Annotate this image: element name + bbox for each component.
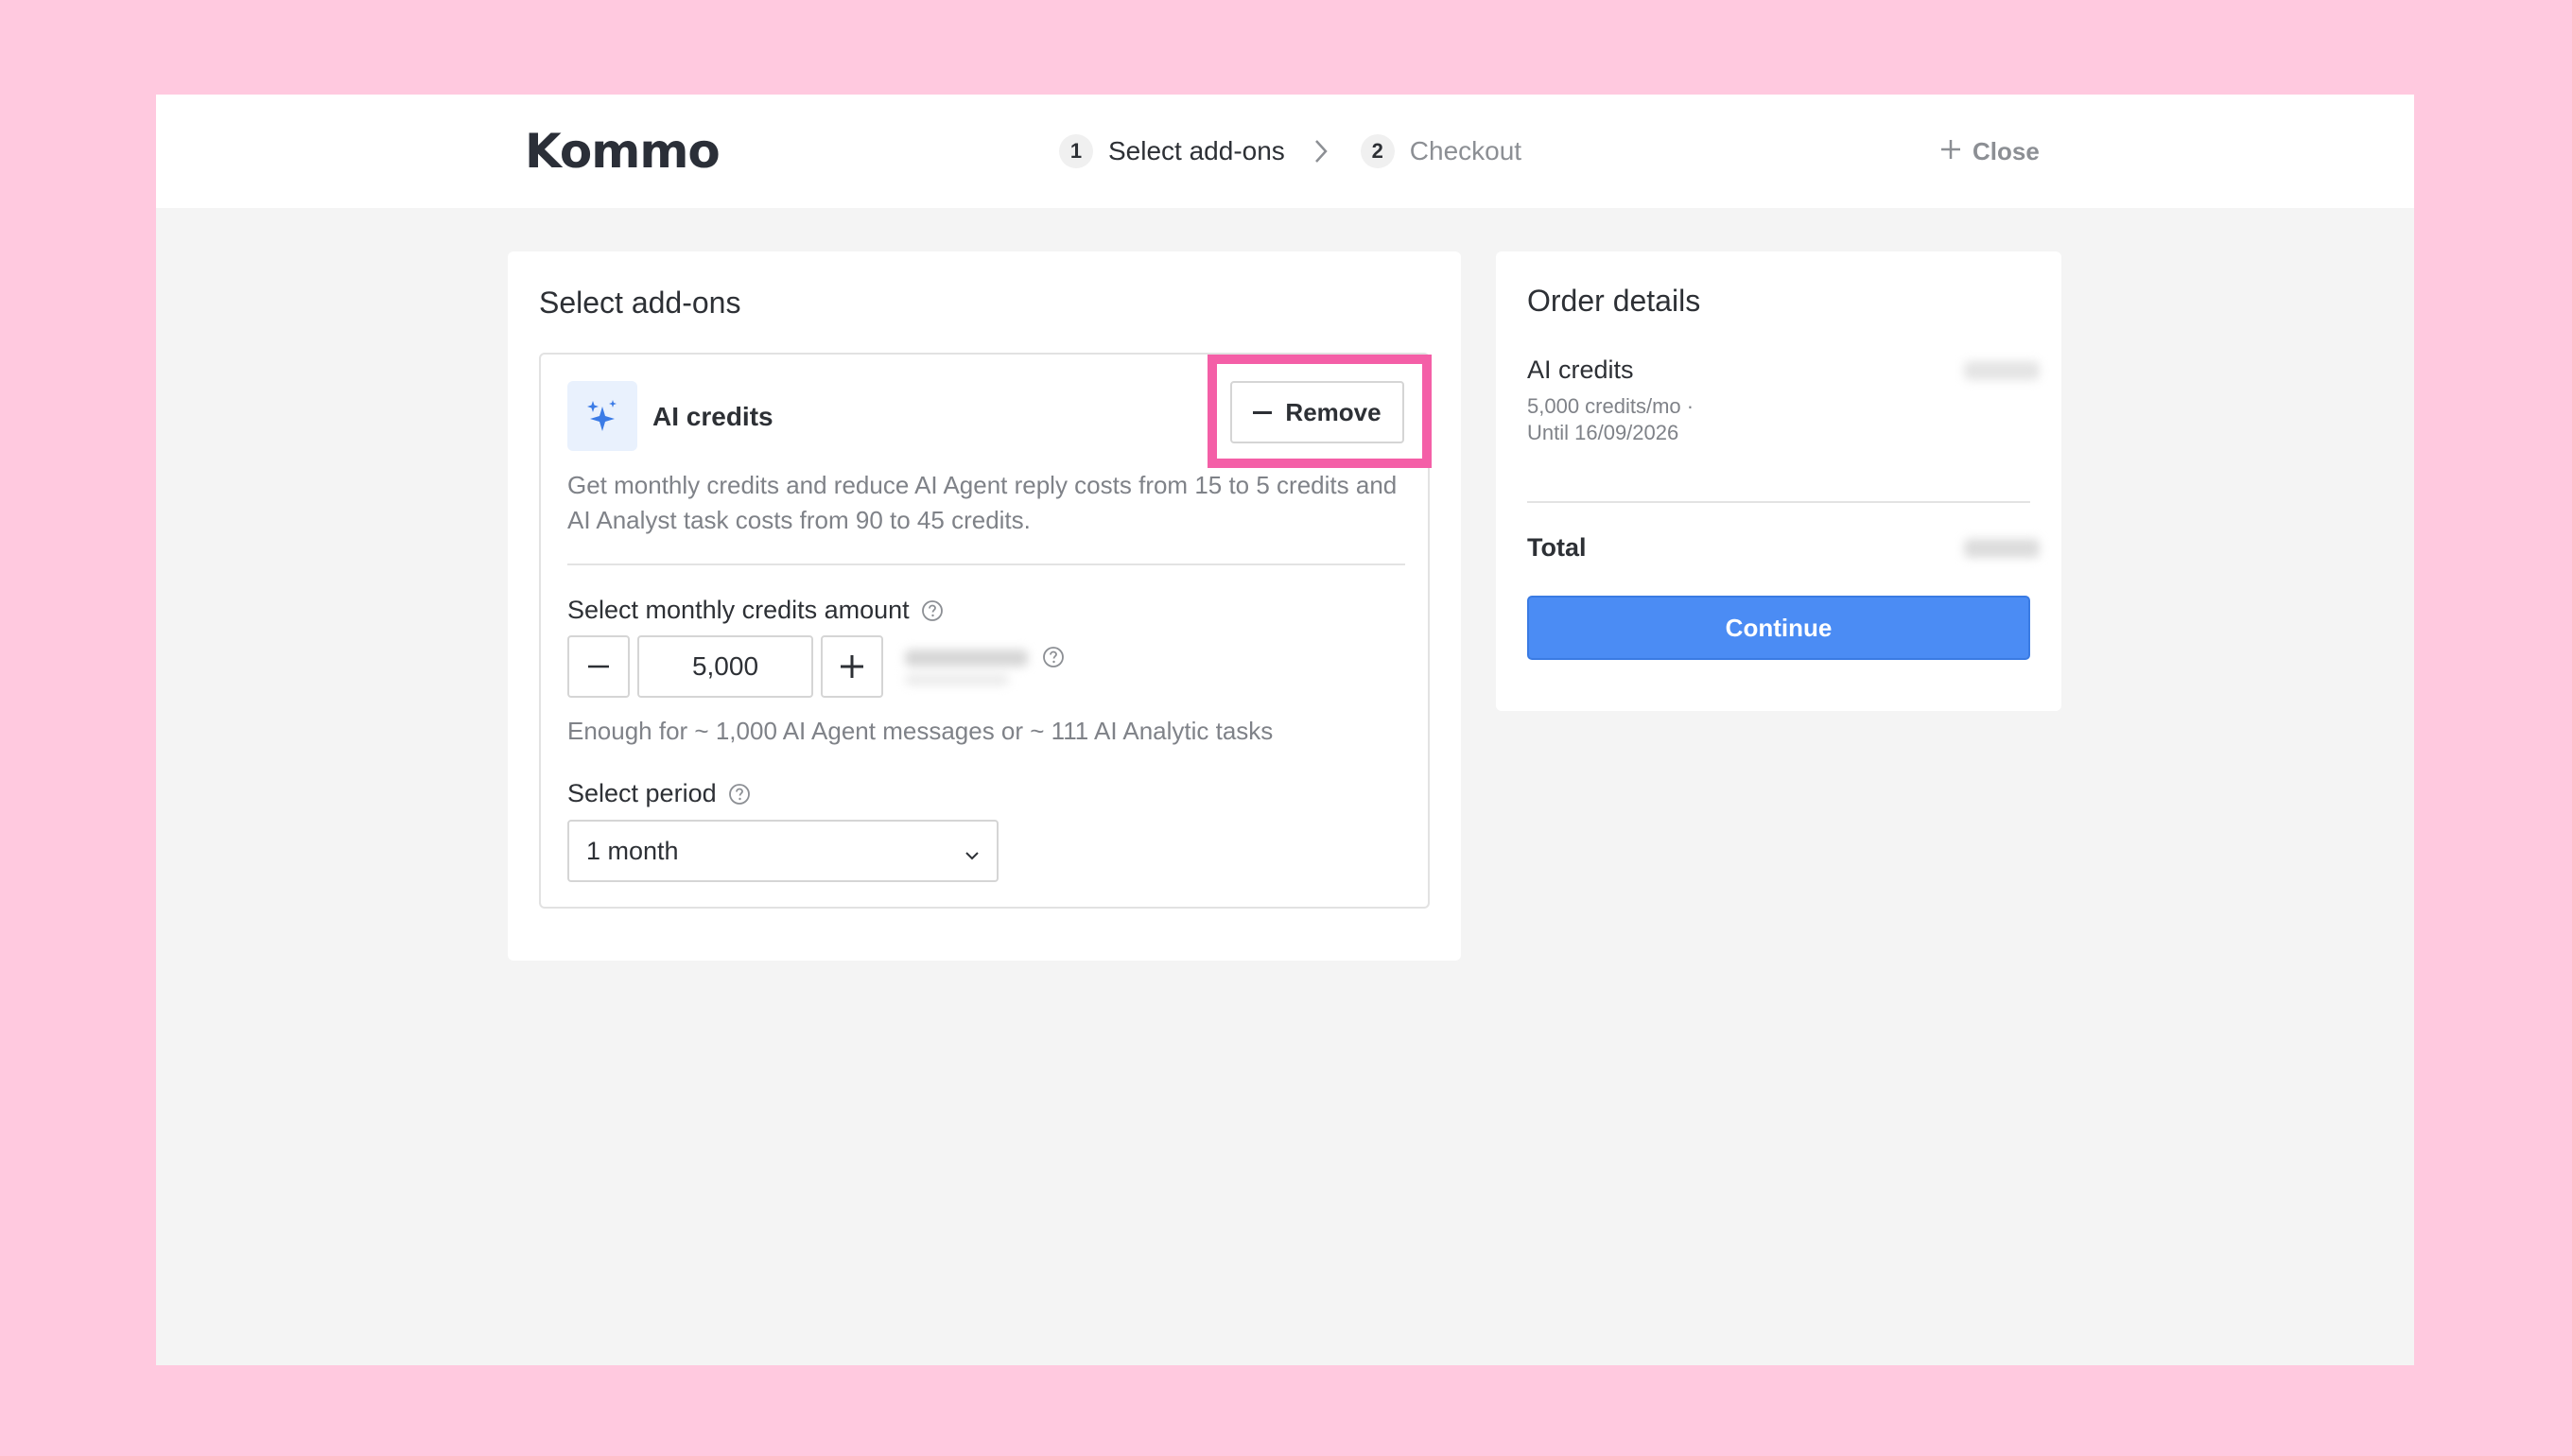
close-button[interactable]: Close [1940, 132, 2040, 170]
divider [567, 563, 1405, 565]
blurred-total-price [1964, 539, 2040, 558]
order-item-credits: 5,000 credits/mo · [1527, 394, 1694, 418]
addon-item-ai-credits: AI credits Remove Get monthly credits an… [539, 353, 1432, 909]
addon-description: Get monthly credits and reduce AI Agent … [567, 471, 1398, 534]
checkout-steps: 1 Select add-ons 2 Checkout [1059, 132, 1521, 170]
continue-button[interactable]: Continue [1527, 596, 2030, 660]
increment-button[interactable] [821, 635, 883, 698]
divider [1527, 501, 2030, 503]
blurred-item-price [1964, 361, 2040, 380]
decrement-button[interactable] [567, 635, 630, 698]
plus-icon [1940, 137, 1961, 166]
minus-icon [1253, 410, 1273, 414]
step-1-label[interactable]: Select add-ons [1108, 136, 1285, 166]
order-item-name: AI credits [1527, 355, 1634, 384]
chevron-down-icon [963, 842, 982, 861]
order-item-until: Until 16/09/2026 [1527, 421, 1679, 444]
close-label: Close [1972, 136, 2040, 165]
sparkles-icon [567, 381, 637, 451]
addon-name: AI credits [652, 402, 773, 431]
order-details-card: Order details AI credits 5,000 credits/m… [1496, 251, 2061, 711]
credits-estimate-text: Enough for ~ 1,000 AI Agent messages or … [567, 717, 1274, 745]
help-icon[interactable] [921, 599, 944, 622]
period-select-value: 1 month [586, 836, 679, 865]
step-2-label[interactable]: Checkout [1410, 136, 1521, 166]
credits-amount-input[interactable]: 5,000 [637, 635, 813, 698]
remove-button[interactable]: Remove [1230, 381, 1404, 443]
order-total-label: Total [1527, 533, 1587, 562]
period-label-text: Select period [567, 779, 717, 807]
addons-title: Select add-ons [539, 286, 741, 320]
kommo-logo: Kommo [525, 124, 721, 179]
blurred-price [905, 646, 1028, 689]
help-icon[interactable] [728, 783, 751, 806]
order-item-detail: 5,000 credits/mo · Until 16/09/2026 [1527, 393, 1694, 446]
app-frame: Kommo 1 Select add-ons 2 Checkout Close … [156, 95, 2414, 1365]
remove-label: Remove [1285, 397, 1382, 426]
addons-card: Select add-ons AI credits Remove Get mon… [508, 251, 1461, 961]
order-details-title: Order details [1527, 284, 1701, 318]
help-icon[interactable] [1042, 646, 1065, 668]
credits-amount-label-text: Select monthly credits amount [567, 596, 910, 624]
credits-stepper: 5,000 [567, 635, 883, 698]
step-2-number: 2 [1360, 134, 1395, 168]
step-1-number: 1 [1059, 134, 1093, 168]
header-bar: Kommo 1 Select add-ons 2 Checkout Close [156, 95, 2414, 208]
chevron-right-icon [1313, 132, 1332, 170]
period-select[interactable]: 1 month [567, 820, 999, 882]
period-label: Select period [567, 779, 751, 808]
credits-amount-label: Select monthly credits amount [567, 596, 944, 625]
